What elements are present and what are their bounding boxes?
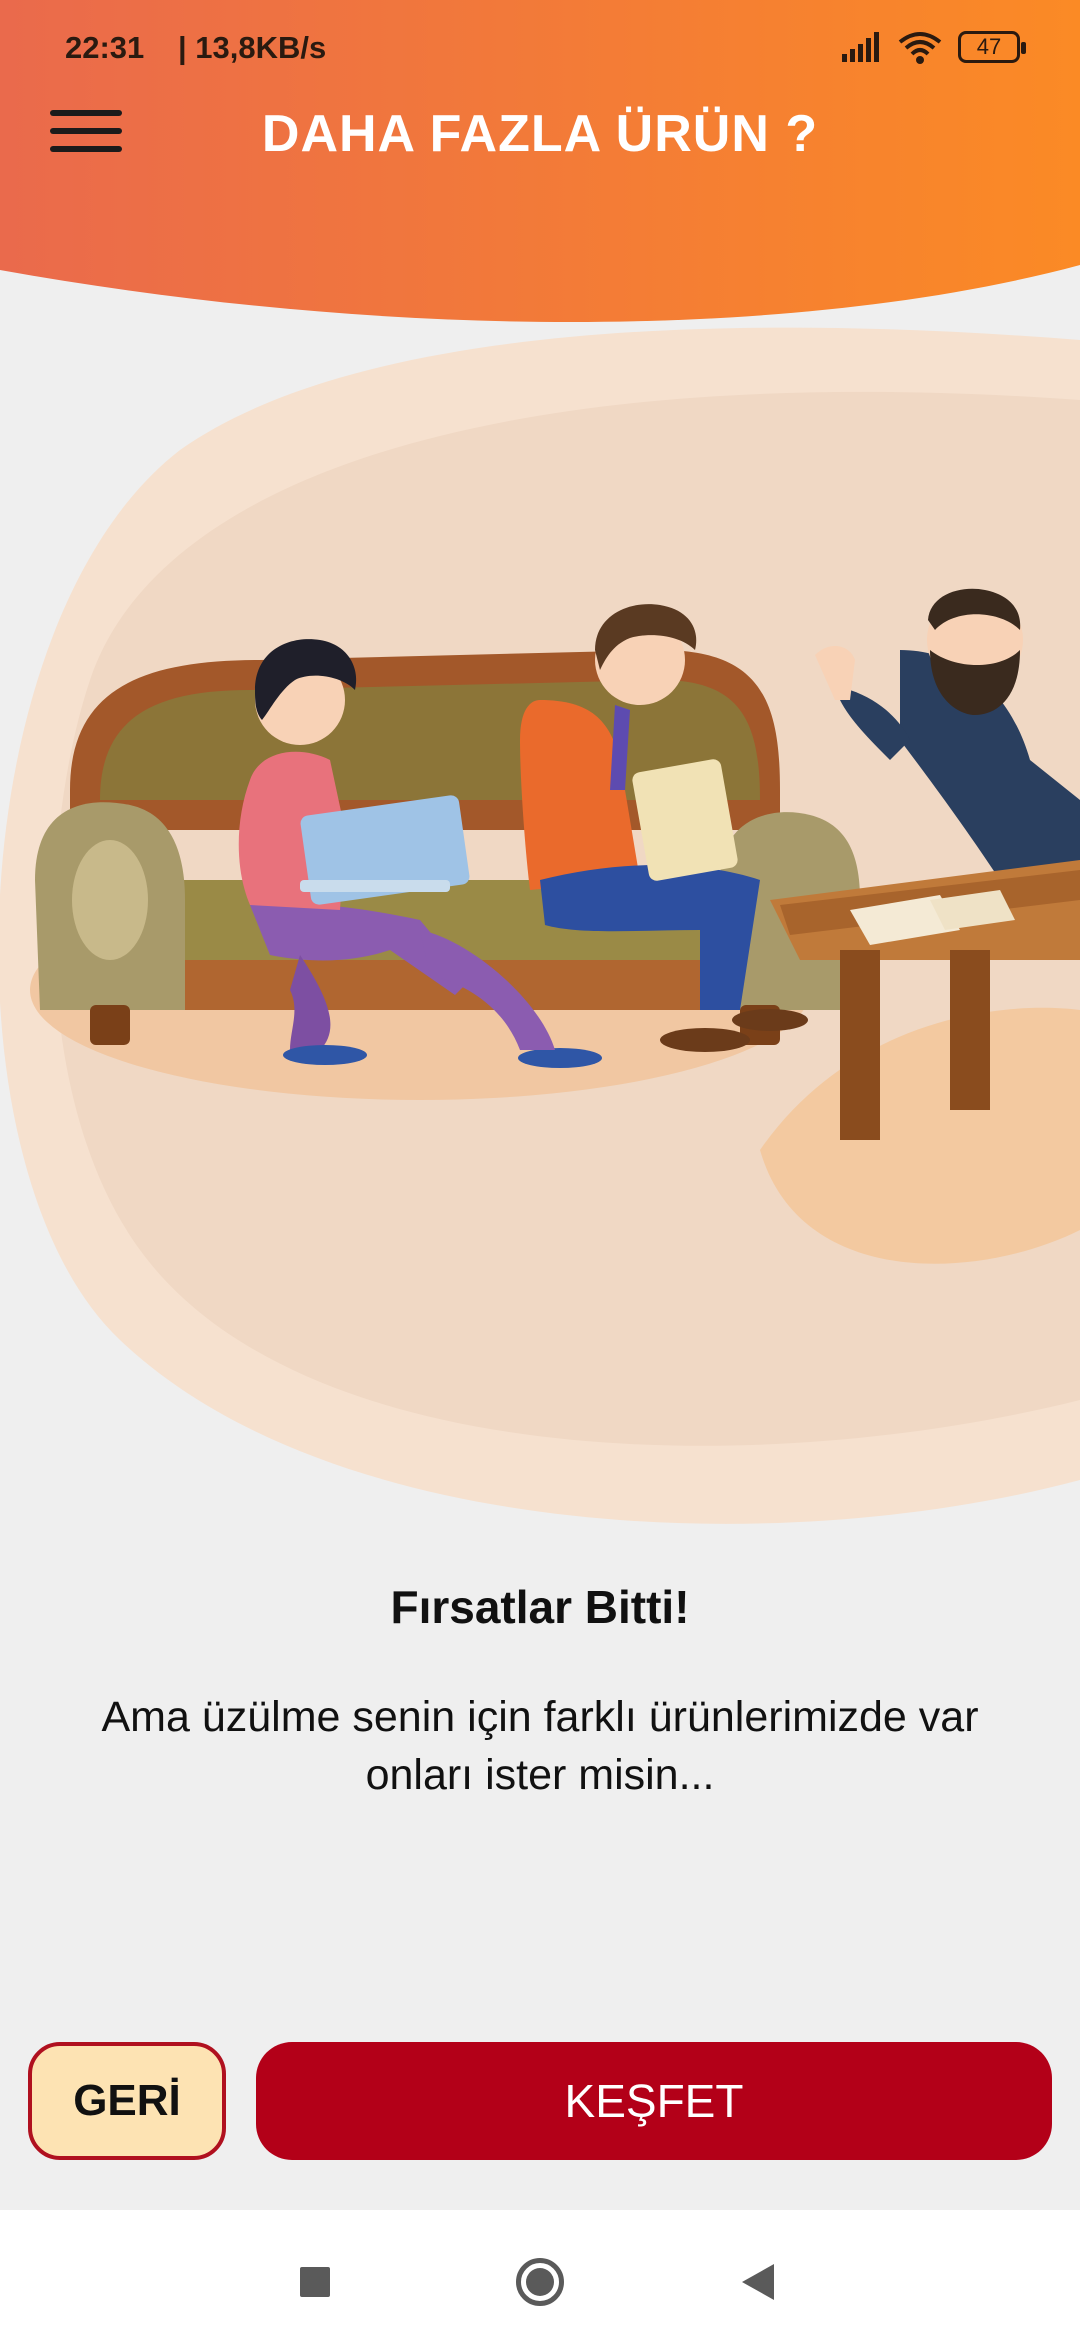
status-network-speed: | 13,8KB/s	[178, 30, 327, 65]
status-bar: 22:31 | 13,8KB/s 47	[0, 0, 1080, 100]
headline: Fırsatlar Bitti!	[390, 1581, 690, 1633]
cell-signal-icon	[842, 32, 879, 62]
explore-button[interactable]: KEŞFET	[256, 2042, 1052, 2160]
battery-icon: 47	[958, 31, 1026, 63]
square-recents-icon[interactable]	[300, 2267, 330, 2297]
circle-home-icon[interactable]	[516, 2258, 564, 2306]
triangle-back-icon[interactable]	[742, 2264, 774, 2300]
system-navigation-bar	[0, 2210, 1080, 2340]
status-icons: 47	[842, 30, 1026, 64]
office-meeting-illustration	[0, 327, 1080, 1524]
status-time: 22:31	[65, 30, 145, 65]
battery-level: 47	[976, 34, 1002, 59]
wifi-icon	[898, 32, 942, 64]
back-button[interactable]: GERİ	[28, 2042, 226, 2160]
page-title: DAHA FAZLA ÜRÜN ?	[261, 105, 819, 163]
info-message: Ama üzülme senin için farklı ürünlerimiz…	[101, 1693, 979, 1799]
